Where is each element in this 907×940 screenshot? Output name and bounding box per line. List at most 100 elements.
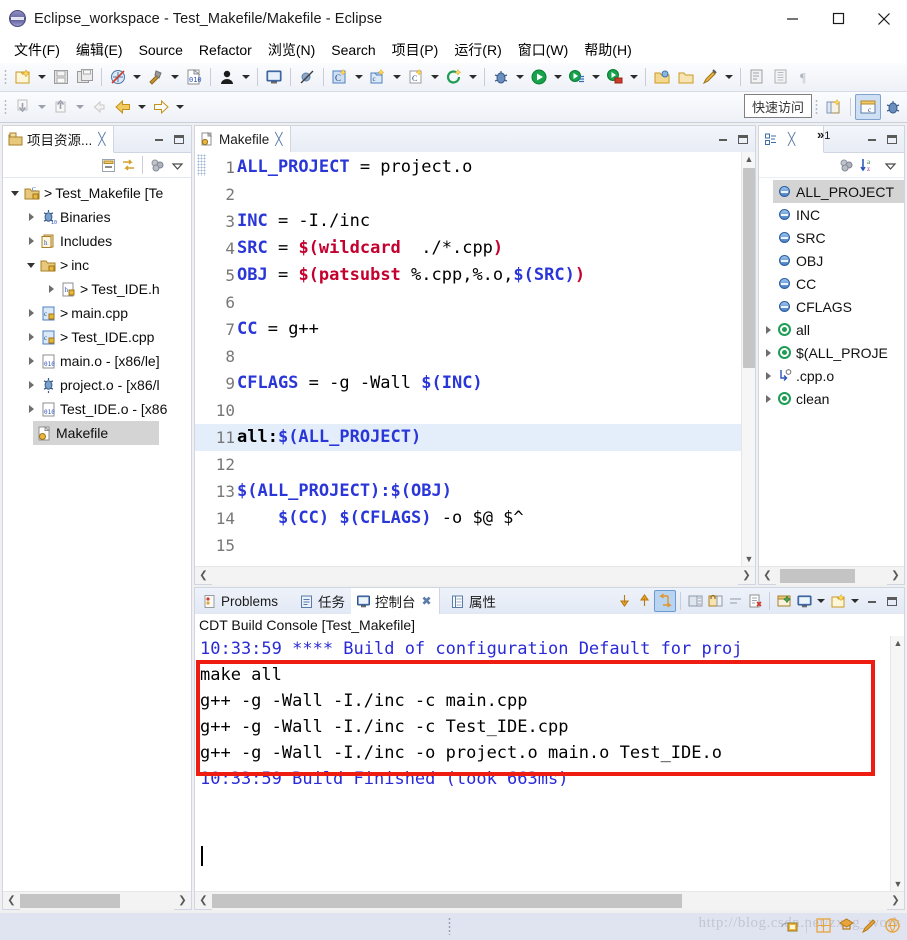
tab-tasks[interactable]: 任务 bbox=[294, 588, 352, 614]
minimize-button[interactable] bbox=[769, 0, 815, 37]
editor-hscroll-track[interactable] bbox=[212, 566, 738, 585]
close-icon[interactable]: ╳ bbox=[275, 132, 282, 146]
new-c-project-dropdown-icon[interactable] bbox=[352, 65, 366, 89]
explorer-hscroll-thumb[interactable] bbox=[20, 893, 120, 908]
menu-search[interactable]: Search bbox=[323, 40, 383, 60]
tree-item-test-ide-cpp[interactable]: c > Test_IDE.cpp bbox=[3, 325, 191, 349]
new-wizard-dropdown-icon[interactable] bbox=[35, 65, 49, 89]
new-console-icon[interactable] bbox=[828, 591, 848, 611]
outline-item-all[interactable]: all bbox=[759, 318, 904, 341]
new-console-dropdown-icon[interactable] bbox=[848, 589, 862, 613]
refresh-icon[interactable] bbox=[442, 65, 466, 89]
maximize-button[interactable] bbox=[815, 0, 861, 37]
outline-overflow[interactable]: » 1 bbox=[817, 127, 830, 142]
chevron-down-icon[interactable] bbox=[7, 191, 23, 196]
annotation-down-dropdown-icon[interactable] bbox=[35, 95, 49, 119]
annotation-up-dropdown-icon[interactable] bbox=[73, 95, 87, 119]
tab-makefile[interactable]: Makefile ╳ bbox=[195, 126, 291, 153]
outline-item-inc[interactable]: INC bbox=[759, 203, 904, 226]
collapse-all-icon[interactable] bbox=[98, 155, 118, 175]
marker-icon[interactable] bbox=[698, 65, 722, 89]
chevron-right-icon[interactable] bbox=[23, 405, 39, 413]
new-cpp-class-dropdown-icon[interactable] bbox=[390, 65, 404, 89]
focus-icon[interactable] bbox=[147, 155, 167, 175]
run-config-icon[interactable] bbox=[565, 65, 589, 89]
scroll-right-icon[interactable]: ❯ bbox=[887, 892, 904, 910]
maximize-icon[interactable] bbox=[882, 591, 902, 611]
explorer-hscrollbar[interactable]: ❮ ❯ bbox=[3, 891, 191, 910]
run-external-icon[interactable] bbox=[603, 65, 627, 89]
outline-item-all-project-target[interactable]: $(ALL_PROJE bbox=[759, 341, 904, 364]
help-icon[interactable] bbox=[882, 915, 903, 936]
scroll-up-icon[interactable]: ▲ bbox=[891, 636, 905, 650]
outline-hscroll-thumb[interactable] bbox=[780, 568, 855, 583]
scroll-up-icon[interactable] bbox=[634, 591, 654, 611]
view-menu-icon[interactable] bbox=[167, 155, 187, 175]
menu-edit[interactable]: 编辑(E) bbox=[68, 38, 131, 62]
editor-hscrollbar[interactable]: ❮ ❯ bbox=[195, 566, 755, 585]
sort-az-icon[interactable]: az bbox=[858, 155, 878, 175]
close-icon[interactable]: ╳ bbox=[98, 132, 105, 146]
chevron-right-icon[interactable] bbox=[43, 285, 59, 293]
tree-item-project-o[interactable]: project.o - [x86/l bbox=[3, 373, 191, 397]
pin-console-icon[interactable] bbox=[705, 591, 725, 611]
run-config-dropdown-icon[interactable] bbox=[589, 65, 603, 89]
scroll-left-icon[interactable]: ❮ bbox=[3, 892, 20, 910]
open-console-icon[interactable] bbox=[774, 591, 794, 611]
maximize-icon[interactable] bbox=[733, 129, 753, 149]
pen-icon[interactable] bbox=[859, 915, 880, 936]
annotation-up-icon[interactable] bbox=[49, 95, 73, 119]
minimize-icon[interactable] bbox=[713, 129, 733, 149]
display-console-icon[interactable] bbox=[794, 591, 814, 611]
new-cpp-class-icon[interactable]: c bbox=[366, 65, 390, 89]
minimize-icon[interactable] bbox=[862, 591, 882, 611]
chevron-right-icon[interactable] bbox=[761, 395, 775, 403]
user-dropdown-icon[interactable] bbox=[239, 65, 253, 89]
forward-dropdown-icon[interactable] bbox=[173, 95, 187, 119]
tree-item-test-ide-o[interactable]: 010 Test_IDE.o - [x86 bbox=[3, 397, 191, 421]
forward-icon[interactable] bbox=[149, 95, 173, 119]
back-dropdown-icon[interactable] bbox=[135, 95, 149, 119]
build-hammer-icon[interactable] bbox=[144, 65, 168, 89]
display-dropdown-icon[interactable] bbox=[814, 589, 828, 613]
scroll-left-icon[interactable]: ❮ bbox=[759, 567, 776, 585]
tree-item-inc[interactable]: > inc bbox=[3, 253, 191, 277]
outline-item-src[interactable]: SRC bbox=[759, 226, 904, 249]
save-all-icon[interactable] bbox=[73, 65, 97, 89]
scroll-down-icon[interactable] bbox=[614, 591, 634, 611]
binary-010-icon[interactable]: 010 bbox=[182, 65, 206, 89]
scroll-left-icon[interactable]: ❮ bbox=[195, 567, 212, 585]
maximize-icon[interactable] bbox=[169, 129, 189, 149]
show-list-icon[interactable] bbox=[769, 65, 793, 89]
tree-item-test-ide-h[interactable]: h > Test_IDE.h bbox=[3, 277, 191, 301]
skip-breakpoints-icon[interactable] bbox=[295, 65, 319, 89]
open-type-icon[interactable] bbox=[674, 65, 698, 89]
cpp-perspective-icon[interactable]: c bbox=[855, 94, 881, 120]
console-vscrollbar[interactable]: ▲ ▼ bbox=[890, 636, 904, 891]
close-icon[interactable]: ✖ bbox=[422, 594, 432, 608]
toolbar-grip[interactable] bbox=[3, 68, 8, 86]
back-icon[interactable] bbox=[111, 95, 135, 119]
word-wrap-icon[interactable] bbox=[725, 591, 745, 611]
chevron-down-icon[interactable] bbox=[23, 263, 39, 268]
tree-item-main-cpp[interactable]: c > main.cpp bbox=[3, 301, 191, 325]
outline-item-clean[interactable]: clean bbox=[759, 387, 904, 410]
debug-perspective-icon[interactable] bbox=[881, 95, 905, 119]
editor-vscroll-thumb[interactable] bbox=[743, 168, 755, 368]
close-icon[interactable]: ╳ bbox=[788, 132, 795, 146]
open-folder-icon[interactable] bbox=[650, 65, 674, 89]
tab-properties[interactable]: 属性 bbox=[445, 588, 503, 614]
run-icon[interactable] bbox=[527, 65, 551, 89]
remove-launch-icon[interactable] bbox=[745, 591, 765, 611]
console-hscroll-track[interactable] bbox=[212, 891, 887, 910]
annotation-down-icon[interactable] bbox=[11, 95, 35, 119]
menu-navigate[interactable]: 浏览(N) bbox=[260, 38, 323, 62]
code-editor-area[interactable]: 1 ALL_PROJECT = project.o 2 3 INC = -I./in… bbox=[195, 152, 755, 566]
chevron-right-icon[interactable] bbox=[23, 309, 39, 317]
writable-icon[interactable] bbox=[779, 915, 800, 936]
marker-dropdown-icon[interactable] bbox=[722, 65, 736, 89]
outline-hscroll-track[interactable] bbox=[776, 566, 887, 585]
scroll-lock-icon[interactable] bbox=[654, 590, 676, 612]
scroll-up-icon[interactable]: ▲ bbox=[742, 152, 756, 166]
outline-item-cc[interactable]: CC bbox=[759, 272, 904, 295]
